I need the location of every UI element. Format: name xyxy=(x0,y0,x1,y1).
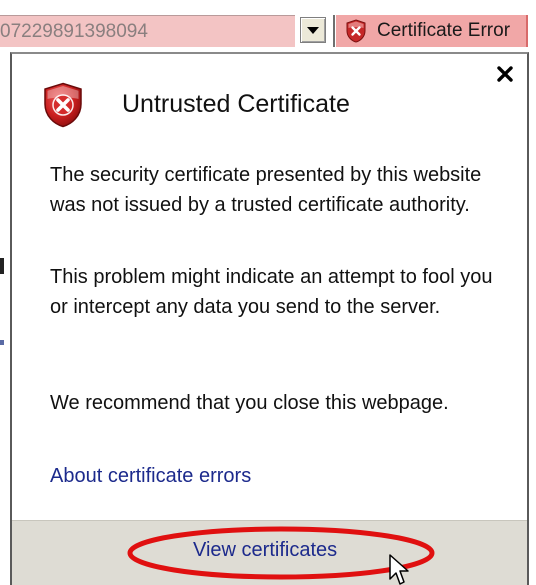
page-edge-mark xyxy=(0,258,4,274)
address-dropdown-button[interactable] xyxy=(300,17,326,43)
popup-message: The security certificate presented by th… xyxy=(50,164,482,216)
popup-recommendation: We recommend that you close this webpage… xyxy=(50,392,449,414)
address-input[interactable]: 07229891398094 xyxy=(0,15,295,47)
about-certificate-errors-link[interactable]: About certificate errors xyxy=(50,465,251,488)
chevron-down-icon xyxy=(307,27,319,34)
certificate-error-button[interactable]: Certificate Error xyxy=(336,15,528,47)
popup-header: Untrusted Certificate xyxy=(42,82,492,128)
close-icon[interactable] xyxy=(495,64,515,84)
shield-error-icon xyxy=(346,19,366,43)
address-text: 07229891398094 xyxy=(0,21,148,42)
browser-window: 07229891398094 Certificate Error Untrust… xyxy=(0,0,536,585)
shield-error-icon xyxy=(44,82,82,128)
popup-title: Untrusted Certificate xyxy=(122,90,350,118)
mouse-cursor-icon xyxy=(389,554,409,585)
address-bar: 07229891398094 Certificate Error xyxy=(0,0,536,50)
page-edge-mark xyxy=(0,340,4,345)
popup-footer: View certificates xyxy=(12,520,527,585)
certificate-error-popup: Untrusted Certificate The security certi… xyxy=(10,52,529,585)
view-certificates-link[interactable]: View certificates xyxy=(193,539,337,562)
page-edge xyxy=(0,50,8,585)
popup-warning: This problem might indicate an attempt t… xyxy=(50,266,493,318)
divider xyxy=(333,15,335,47)
certificate-error-label: Certificate Error xyxy=(377,20,511,41)
